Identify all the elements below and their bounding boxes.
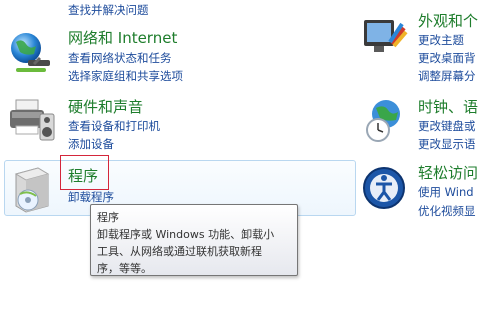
add-device-link[interactable]: 添加设备 [68, 135, 114, 153]
troubleshoot-link[interactable]: 查找并解决问题 [68, 1, 149, 19]
programs-tooltip: 程序 卸载程序或 Windows 功能、卸载小 工具、从网络或通过联机获取新程 … [90, 204, 298, 276]
change-keyboard-link[interactable]: 更改键盘或 [418, 117, 476, 135]
hardware-title[interactable]: 硬件和声音 [68, 96, 143, 117]
display-appearance-icon[interactable] [360, 14, 408, 64]
homegroup-link[interactable]: 选择家庭组和共享选项 [68, 67, 183, 85]
clock-globe-icon[interactable] [362, 96, 410, 146]
network-globe-icon[interactable] [6, 30, 56, 80]
tooltip-line-3: 序，等等。 [97, 262, 152, 275]
adjust-resolution-link[interactable]: 调整屏幕分 [418, 67, 476, 85]
tooltip-title: 程序 [97, 211, 119, 224]
programs-box-icon[interactable] [8, 164, 56, 214]
optimize-visual-display-link[interactable]: 优化视频显 [418, 202, 476, 220]
devices-printers-link[interactable]: 查看设备和打印机 [68, 117, 160, 135]
network-title[interactable]: 网络和 Internet [68, 27, 177, 48]
use-windows-suggested-link[interactable]: 使用 Wind [418, 183, 474, 201]
change-desktop-bg-link[interactable]: 更改桌面背 [418, 49, 476, 67]
network-status-link[interactable]: 查看网络状态和任务 [68, 49, 172, 67]
tooltip-line-2: 工具、从网络或通过联机获取新程 [97, 245, 262, 258]
appearance-title[interactable]: 外观和个 [418, 10, 478, 31]
clock-title[interactable]: 时钟、语 [418, 96, 478, 117]
change-display-language-link[interactable]: 更改显示语 [418, 135, 476, 153]
tooltip-line-1: 卸载程序或 Windows 功能、卸载小 [97, 228, 275, 241]
ease-of-access-icon[interactable] [360, 164, 408, 214]
programs-focus-outline [60, 155, 109, 190]
change-theme-link[interactable]: 更改主题 [418, 31, 464, 49]
printer-speaker-icon[interactable] [6, 96, 58, 146]
ease-of-access-title[interactable]: 轻松访问 [418, 162, 478, 183]
